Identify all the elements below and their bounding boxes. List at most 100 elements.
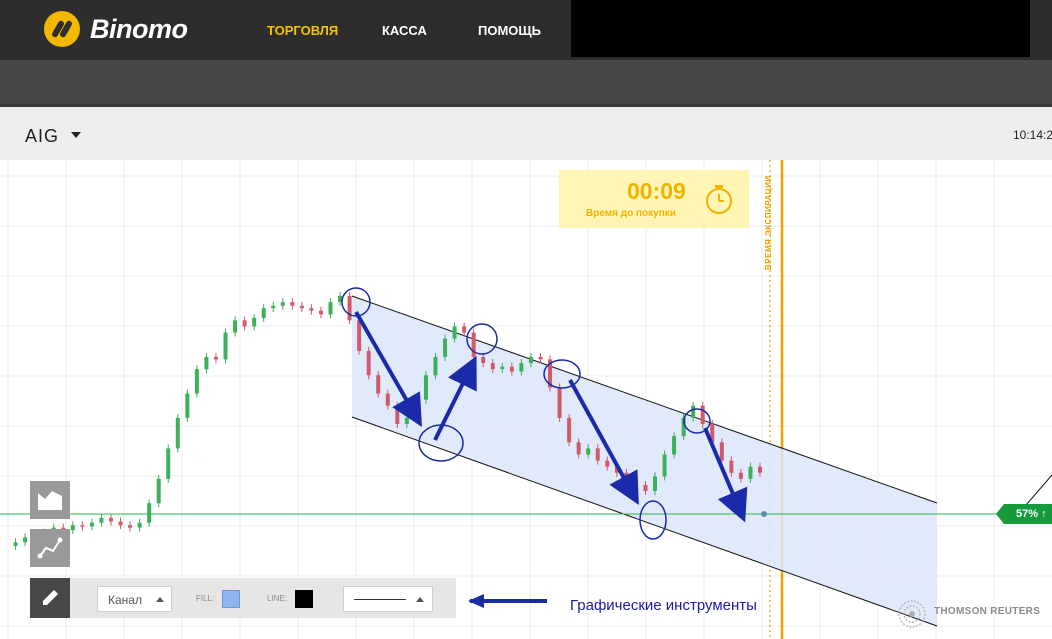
- nav-cashier[interactable]: КАССА: [382, 23, 427, 38]
- candle-body: [156, 478, 161, 504]
- candle-body: [528, 356, 533, 364]
- candle-body: [567, 417, 572, 443]
- annotation-pointer-head: [468, 594, 484, 608]
- candle-body: [481, 356, 486, 364]
- indicators-button[interactable]: [30, 529, 70, 567]
- candle-body: [748, 466, 753, 479]
- candle-body: [166, 448, 171, 479]
- candle-body: [557, 387, 562, 418]
- nav-trading[interactable]: ТОРГОВЛЯ: [267, 23, 338, 38]
- candle-body: [586, 448, 591, 455]
- timer-caption: Время до покупки: [586, 208, 676, 219]
- candle-body: [80, 525, 85, 527]
- candle-body: [185, 393, 190, 418]
- candle-body: [433, 356, 438, 376]
- caret-up-icon: [416, 597, 424, 602]
- candle-body: [443, 338, 448, 357]
- timer-value: 00:09: [627, 178, 686, 204]
- expiration-label: ВРЕМЯ ЭКСПИРАЦИИ: [764, 175, 773, 270]
- annotation-text: Графические инструменты: [570, 597, 757, 614]
- candle-body: [233, 320, 238, 333]
- candle-body: [672, 436, 677, 455]
- candle-body: [194, 369, 199, 394]
- candle-body: [719, 442, 724, 461]
- candle-body: [271, 305, 276, 309]
- payout-badge: 57% ↑: [996, 504, 1052, 524]
- tool-select[interactable]: Канал: [97, 586, 172, 612]
- current-price-dot: [761, 511, 767, 517]
- candle-body: [366, 350, 371, 376]
- candle-body: [738, 472, 743, 479]
- area-chart-icon: [38, 491, 62, 510]
- candle-body: [137, 522, 142, 528]
- candle-body: [223, 332, 228, 360]
- candle-body: [500, 366, 505, 370]
- candle-body: [404, 417, 409, 424]
- globe-icon: [898, 600, 926, 628]
- candle-body: [662, 454, 667, 477]
- candle-body: [261, 308, 266, 318]
- candle-body: [128, 525, 133, 528]
- top-bar: Binomo ТОРГОВЛЯ КАССА ПОМОЩЬ: [0, 0, 1052, 60]
- line-style-preview: [354, 599, 406, 600]
- caret-up-icon: [156, 597, 164, 602]
- candle-body: [423, 375, 428, 400]
- candle-body: [357, 320, 362, 351]
- brand-name: Binomo: [90, 13, 188, 44]
- candle-body: [299, 305, 304, 309]
- line-color-swatch[interactable]: [295, 590, 313, 608]
- candle-body: [13, 542, 18, 546]
- candle-body: [328, 302, 333, 315]
- tool-select-value: Канал: [108, 593, 142, 607]
- candle-body: [385, 393, 390, 406]
- candle-body: [576, 442, 581, 455]
- pencil-icon: [43, 590, 58, 605]
- candle-body: [347, 296, 352, 321]
- candle-body: [89, 522, 94, 527]
- line-style-select[interactable]: [343, 586, 433, 612]
- candle-body: [729, 460, 734, 473]
- chart-type-button[interactable]: [30, 481, 70, 519]
- candle-body: [519, 363, 524, 372]
- binomo-logo-icon: [44, 11, 80, 47]
- candle-body: [23, 537, 28, 543]
- candle-body: [471, 332, 476, 357]
- candle-body: [452, 326, 457, 339]
- chevron-down-icon[interactable]: [71, 132, 81, 138]
- candle-body: [252, 317, 257, 327]
- sub-bar: [0, 60, 1052, 104]
- redacted-area: [571, 0, 1030, 57]
- brand-logo[interactable]: Binomo: [44, 11, 188, 47]
- candle-body: [242, 320, 247, 327]
- fill-label: FILL:: [196, 594, 215, 603]
- candle-body: [175, 417, 180, 449]
- asset-selector[interactable]: AIG: [25, 126, 59, 147]
- candle-body: [395, 405, 400, 424]
- provider-name: THOMSON REUTERS: [934, 606, 1041, 617]
- server-time: 10:14:2: [1013, 128, 1052, 142]
- candle-body: [462, 326, 467, 333]
- price-chart[interactable]: [0, 160, 1052, 639]
- fill-color-swatch[interactable]: [222, 590, 240, 608]
- candle-body: [70, 525, 75, 531]
- candle-body: [318, 310, 323, 315]
- asset-bar: AIG 10:14:2: [0, 104, 1052, 160]
- candle-body: [700, 405, 705, 424]
- candle-body: [99, 517, 104, 523]
- candle-body: [643, 484, 648, 492]
- candle-body: [691, 405, 696, 418]
- candle-body: [290, 302, 295, 306]
- candle-body: [108, 517, 113, 522]
- stopwatch-icon: [706, 185, 732, 214]
- candle-body: [376, 375, 381, 394]
- candle-body: [213, 356, 218, 360]
- candle-body: [490, 363, 495, 370]
- drawing-tool-button[interactable]: [30, 578, 70, 618]
- candle-body: [118, 521, 123, 526]
- candle-body: [538, 356, 543, 360]
- candle-body: [147, 503, 152, 523]
- nav-help[interactable]: ПОМОЩЬ: [478, 23, 541, 38]
- candle-body: [605, 460, 610, 467]
- candle-body: [595, 448, 600, 461]
- candle-body: [758, 466, 762, 473]
